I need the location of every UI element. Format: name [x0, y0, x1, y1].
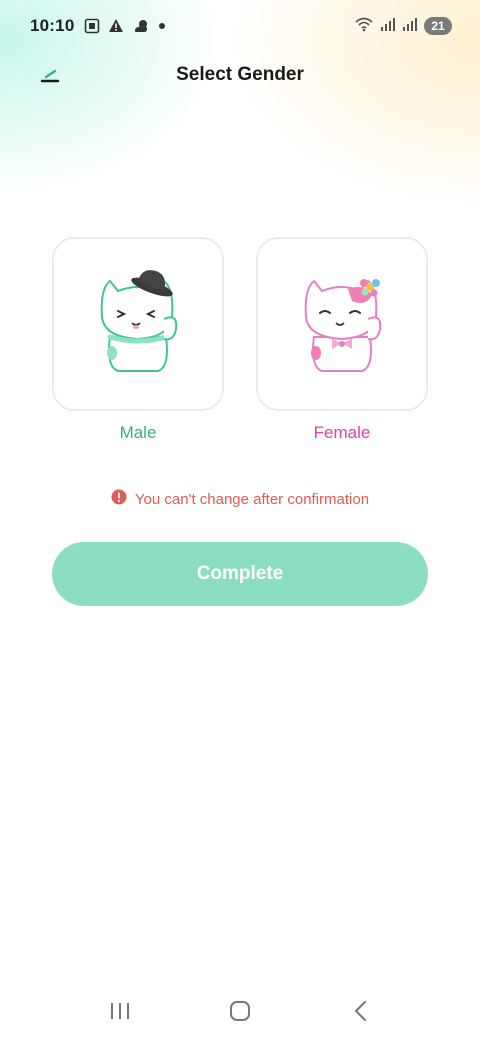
home-icon — [229, 1000, 251, 1027]
dot-icon — [158, 22, 166, 30]
status-icons-left — [84, 18, 166, 34]
status-icons-right: 21 — [354, 16, 452, 37]
exclamation-circle-icon — [111, 489, 127, 510]
back-icon — [353, 1000, 367, 1027]
system-nav-bar — [0, 985, 480, 1041]
warning-text: You can't change after confirmation — [134, 491, 370, 508]
female-option-card[interactable] — [256, 237, 428, 411]
status-time: 10:10 — [30, 16, 75, 35]
confirmation-warning: You can't change after confirmation — [0, 489, 480, 510]
recent-apps-button[interactable] — [90, 993, 150, 1033]
status-bar: 10:10 21 — [0, 0, 480, 52]
weather-icon — [132, 18, 150, 34]
male-label[interactable]: Male — [52, 423, 224, 443]
battery-indicator: 21 — [424, 17, 452, 35]
male-cat-icon — [88, 267, 188, 382]
complete-button[interactable]: Complete — [52, 542, 428, 606]
header: Select Gender — [0, 52, 480, 102]
home-button[interactable] — [210, 993, 270, 1033]
screenshot-icon — [84, 18, 100, 34]
recent-apps-icon — [109, 1001, 131, 1026]
page-title: Select Gender — [176, 64, 304, 85]
alert-triangle-icon — [108, 18, 124, 34]
wifi-icon — [354, 16, 374, 37]
signal-icon — [402, 17, 418, 36]
nav-back-button[interactable] — [330, 993, 390, 1033]
gender-options: Male Female — [52, 237, 428, 457]
signal-icon — [380, 17, 396, 36]
male-option-card[interactable] — [52, 237, 224, 411]
female-label[interactable]: Female — [256, 423, 428, 443]
female-cat-icon — [292, 267, 392, 382]
